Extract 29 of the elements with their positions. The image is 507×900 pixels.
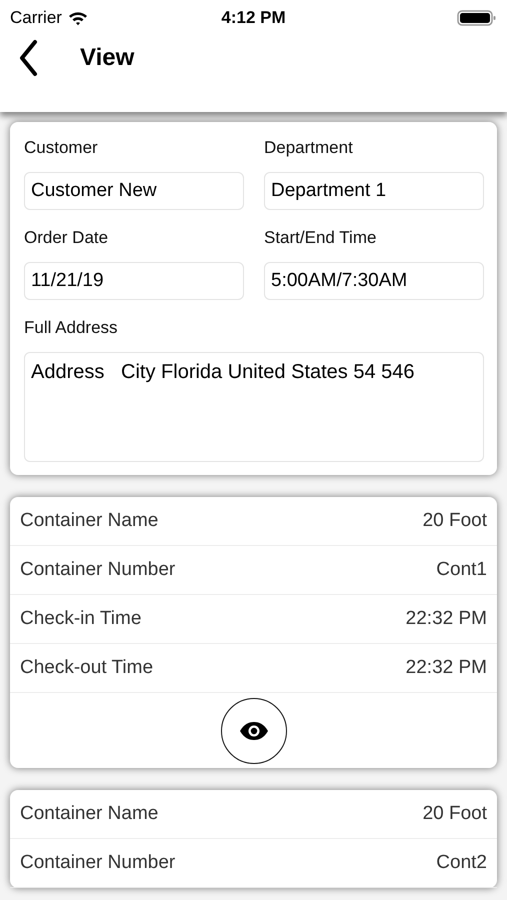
row-label: Container Name (20, 510, 158, 532)
row-label: Check-in Time (20, 608, 142, 630)
field-label: Full Address (24, 317, 119, 339)
address-field[interactable]: Address City Florida United States 54 546 (24, 352, 484, 462)
row-label: Container Number (20, 852, 176, 874)
row-label: Container Name (20, 803, 158, 825)
field-label: Department (264, 137, 354, 159)
input-field[interactable]: Customer New (24, 172, 244, 210)
row-label: Container Number (20, 559, 176, 581)
field-label: Customer (24, 137, 99, 159)
field-label: Start/End Time (264, 227, 378, 249)
carrier-name: Carrier (10, 8, 62, 28)
battery-icon (457, 9, 497, 27)
row-value: Cont2 (436, 852, 487, 874)
eye-icon (238, 720, 268, 740)
back-button[interactable] (18, 39, 38, 77)
field-label: Order Date (24, 227, 110, 249)
row-value: 22:32 PM (406, 657, 487, 679)
clock-time: 4:12 PM (221, 8, 286, 28)
row-value: Cont1 (436, 559, 487, 581)
wifi-icon (68, 10, 88, 26)
row-label: Check-out Time (20, 657, 154, 679)
row-value: 20 Foot (422, 510, 487, 532)
page-title: View (80, 44, 134, 72)
row-value: 22:32 PM (406, 608, 487, 630)
input-field[interactable]: Department 1 (264, 172, 484, 210)
input-field[interactable]: 11/21/19 (24, 262, 244, 300)
input-field[interactable]: 5:00AM/7:30AM (264, 262, 484, 300)
row-value: 20 Foot (422, 803, 487, 825)
